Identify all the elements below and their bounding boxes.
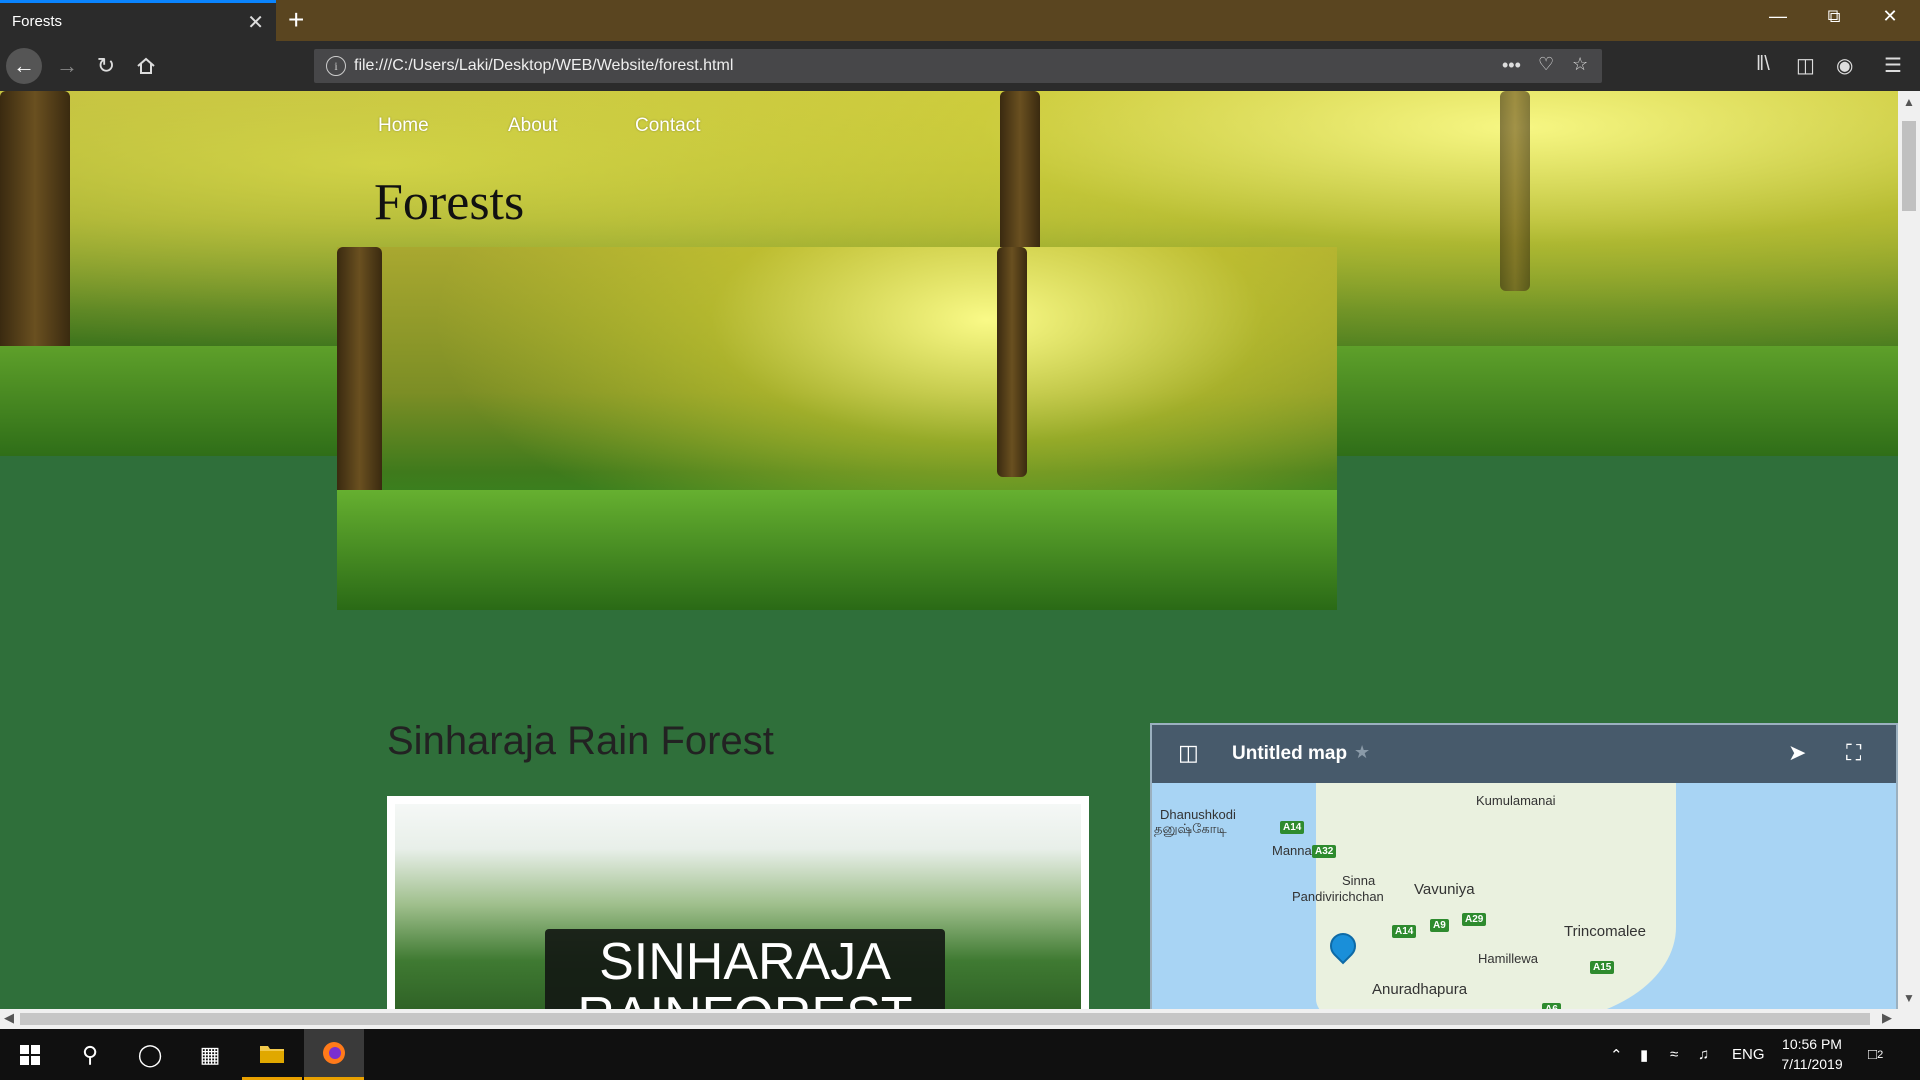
nav-link-contact[interactable]: Contact bbox=[635, 115, 700, 137]
map-title: Untitled map bbox=[1232, 743, 1348, 764]
nav-link-home[interactable]: Home bbox=[378, 115, 429, 137]
road-marker: A14 bbox=[1280, 821, 1305, 834]
photo-caption-line1: SINHARAJA bbox=[599, 933, 891, 991]
star-icon[interactable]: ★ bbox=[1354, 742, 1370, 763]
tab-forests[interactable]: Forests ✕ bbox=[0, 0, 276, 41]
map-label: Trincomalee bbox=[1564, 923, 1646, 940]
map-label: Kumulamanai bbox=[1476, 793, 1556, 808]
photo-image: SINHARAJA RAINFOREST bbox=[395, 804, 1081, 1009]
file-explorer-icon[interactable] bbox=[242, 1029, 302, 1080]
forward-arrow-icon[interactable]: → bbox=[49, 48, 85, 84]
scrollbar-thumb[interactable] bbox=[1902, 121, 1916, 211]
pocket-icon[interactable]: ♡ bbox=[1538, 54, 1554, 75]
map-label: தனுஷ்கோடி bbox=[1154, 821, 1227, 836]
scroll-left-icon[interactable]: ◀ bbox=[4, 1010, 14, 1026]
section-title: Sinharaja Rain Forest bbox=[387, 719, 774, 763]
reload-icon[interactable]: ↻ bbox=[88, 48, 124, 84]
clock[interactable]: 10:56 PM 7/11/2019 bbox=[1760, 1034, 1864, 1074]
page-actions-icon[interactable]: ••• bbox=[1502, 55, 1521, 76]
wifi-icon[interactable]: ≈ bbox=[1670, 1029, 1678, 1080]
map-canvas[interactable]: Kumulamanai Dhanushkodi தனுஷ்கோடி Mannar… bbox=[1152, 783, 1896, 1009]
map-label: Hamillewa bbox=[1478, 951, 1538, 966]
close-window-icon[interactable]: ✕ bbox=[1870, 6, 1910, 27]
road-marker: A9 bbox=[1430, 919, 1449, 932]
road-marker: A14 bbox=[1392, 925, 1417, 938]
sinharaja-photo: SINHARAJA RAINFOREST bbox=[387, 796, 1089, 1009]
road-marker: A32 bbox=[1312, 845, 1337, 858]
home-icon[interactable] bbox=[128, 48, 164, 84]
tree-trunk bbox=[1000, 91, 1040, 261]
tree-trunk bbox=[997, 247, 1027, 477]
library-icon[interactable]: ‖\ bbox=[1756, 53, 1770, 76]
show-hidden-icons-icon[interactable]: ⌃ bbox=[1610, 1029, 1623, 1080]
road-marker: A15 bbox=[1590, 961, 1615, 974]
cortana-icon[interactable]: ◯ bbox=[120, 1029, 180, 1080]
page-title: Forests bbox=[374, 174, 525, 231]
restore-icon[interactable]: ⧉ bbox=[1814, 6, 1854, 27]
map-label: Mannar bbox=[1272, 843, 1317, 858]
share-icon[interactable]: ➤ bbox=[1788, 740, 1806, 766]
account-icon[interactable]: ◉ bbox=[1836, 53, 1853, 78]
bookmark-star-icon[interactable]: ☆ bbox=[1572, 54, 1588, 75]
fullscreen-icon[interactable]: ⛶ bbox=[1846, 740, 1861, 766]
tab-close-icon[interactable]: ✕ bbox=[247, 10, 264, 35]
firefox-icon[interactable] bbox=[304, 1029, 364, 1080]
vertical-scrollbar[interactable]: ▲ ▼ bbox=[1898, 91, 1920, 1009]
photo-caption-line2: RAINFOREST bbox=[545, 989, 945, 1009]
back-arrow-icon[interactable]: ← bbox=[6, 48, 42, 84]
scroll-up-icon[interactable]: ▲ bbox=[1903, 95, 1915, 109]
url-text[interactable]: file:///C:/Users/Laki/Desktop/WEB/Websit… bbox=[354, 57, 733, 75]
tab-title: Forests bbox=[12, 13, 63, 30]
grass bbox=[337, 490, 1337, 610]
map-label: Anuradhapura bbox=[1372, 981, 1468, 998]
scrollbar-thumb[interactable] bbox=[20, 1013, 1870, 1025]
volume-icon[interactable]: ♫ bbox=[1698, 1029, 1709, 1080]
minimize-icon[interactable]: — bbox=[1758, 6, 1798, 27]
task-view-icon[interactable]: ▦ bbox=[180, 1029, 240, 1080]
battery-icon[interactable]: ▮ bbox=[1640, 1029, 1648, 1080]
tab-bar: Forests ✕ + — ⧉ ✕ bbox=[0, 0, 1920, 41]
map-label: Sinna bbox=[1342, 873, 1376, 888]
sidebar-icon[interactable]: ◫ bbox=[1796, 53, 1815, 78]
browser-toolbar: ← → ↻ i file:///C:/Users/Laki/Desktop/WE… bbox=[0, 41, 1920, 91]
map-label: Vavuniya bbox=[1414, 881, 1475, 898]
address-bar[interactable]: i file:///C:/Users/Laki/Desktop/WEB/Webs… bbox=[314, 49, 1602, 83]
nav-link-about[interactable]: About bbox=[508, 115, 558, 137]
page-content: Home About Contact Forests Sinharaja Rai… bbox=[0, 91, 1898, 1009]
new-tab-button[interactable]: + bbox=[288, 4, 304, 36]
scroll-right-icon[interactable]: ▶ bbox=[1882, 1010, 1892, 1026]
photo-caption: SINHARAJA RAINFOREST bbox=[545, 929, 945, 1009]
clock-date: 7/11/2019 bbox=[1781, 1056, 1843, 1072]
notification-icon[interactable]: □ 2 bbox=[1868, 1029, 1883, 1080]
taskbar: ⚲ ◯ ▦ ⌃ ▮ ≈ ♫ ENG 10:56 PM 7/11/2019 □ 2 bbox=[0, 1029, 1920, 1080]
road-marker: A29 bbox=[1462, 913, 1487, 926]
scrollbar-corner bbox=[1898, 1009, 1920, 1029]
info-icon[interactable]: i bbox=[326, 56, 346, 76]
map-label: Dhanushkodi bbox=[1160, 807, 1236, 822]
menu-icon[interactable]: ☰ bbox=[1884, 53, 1902, 78]
windows-start-icon[interactable] bbox=[0, 1029, 60, 1080]
clock-time: 10:56 PM bbox=[1782, 1036, 1842, 1052]
tree-trunk bbox=[1500, 91, 1530, 291]
map-embed[interactable]: ◫ Untitled map ★ ➤ ⛶ Kumulamanai Dhanush… bbox=[1150, 723, 1898, 1009]
scroll-down-icon[interactable]: ▼ bbox=[1903, 991, 1915, 1005]
hero-image bbox=[337, 247, 1337, 610]
notification-count: 2 bbox=[1877, 1048, 1884, 1061]
map-header: ◫ Untitled map ★ ➤ ⛶ bbox=[1152, 725, 1896, 783]
map-legend-icon[interactable]: ◫ bbox=[1178, 740, 1199, 766]
horizontal-scrollbar[interactable]: ◀ ▶ bbox=[0, 1009, 1898, 1029]
map-label: Pandivirichchan bbox=[1292, 889, 1384, 904]
search-icon[interactable]: ⚲ bbox=[60, 1029, 120, 1080]
